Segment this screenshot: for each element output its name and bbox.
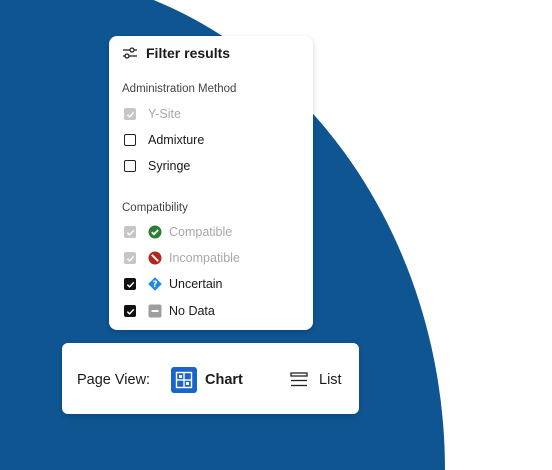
syringe-checkbox[interactable]: [124, 160, 136, 172]
y-site-label: Y-Site: [148, 107, 181, 121]
uncertain-label: Uncertain: [169, 277, 223, 291]
question-diamond-icon: ?: [148, 277, 162, 291]
filter-header: Filter results: [122, 45, 230, 61]
option-no-data[interactable]: No Data: [124, 303, 215, 319]
compatible-checkbox[interactable]: [124, 226, 136, 238]
filter-panel: Filter results Administration Method Y-S…: [109, 36, 313, 330]
admixture-checkbox[interactable]: [124, 134, 136, 146]
check-circle-icon: [148, 225, 162, 239]
option-syringe[interactable]: Syringe: [124, 158, 190, 174]
no-entry-icon: [148, 251, 162, 265]
grid-icon: [171, 367, 197, 393]
admixture-label: Admixture: [148, 133, 205, 147]
option-uncertain[interactable]: ? Uncertain: [124, 276, 223, 292]
incompatible-label: Incompatible: [169, 251, 240, 265]
compatibility-label: Compatibility: [122, 202, 188, 214]
page-view-card: Page View: Chart List: [62, 343, 359, 414]
option-admixture[interactable]: Admixture: [124, 132, 204, 148]
page-view-label: Page View:: [77, 372, 151, 388]
y-site-checkbox[interactable]: [124, 108, 136, 120]
uncertain-checkbox[interactable]: [124, 278, 136, 290]
list-view-button[interactable]: List: [290, 372, 342, 388]
option-compatible[interactable]: Compatible: [124, 224, 232, 240]
administration-method-label: Administration Method: [122, 83, 237, 95]
no-data-checkbox[interactable]: [124, 305, 136, 317]
sliders-icon: [122, 45, 138, 61]
chart-view-label: Chart: [205, 372, 243, 388]
incompatible-checkbox[interactable]: [124, 252, 136, 264]
option-incompatible[interactable]: Incompatible: [124, 250, 240, 266]
list-view-label: List: [319, 372, 342, 388]
svg-text:?: ?: [152, 280, 157, 290]
compatible-label: Compatible: [169, 225, 233, 239]
minus-square-icon: [148, 304, 162, 318]
syringe-label: Syringe: [148, 159, 191, 173]
chart-view-button[interactable]: Chart: [171, 367, 243, 393]
option-y-site[interactable]: Y-Site: [124, 106, 181, 122]
filter-title: Filter results: [146, 45, 231, 61]
no-data-label: No Data: [169, 304, 215, 318]
list-icon: [290, 372, 308, 388]
